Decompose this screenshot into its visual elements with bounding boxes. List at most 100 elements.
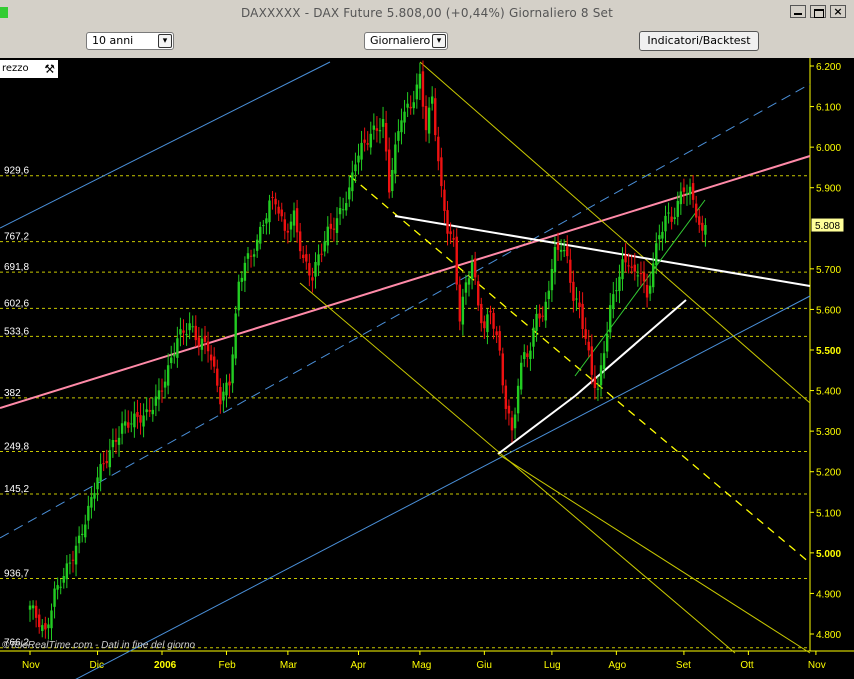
candle-body: [406, 103, 409, 108]
candle-body: [624, 255, 627, 263]
candle-body: [56, 585, 59, 590]
candle-body: [176, 338, 179, 358]
candle-body: [28, 605, 32, 610]
price-chart[interactable]: 6.2006.1006.0005.9005.8005.7005.6005.500…: [0, 58, 854, 679]
candle-body: [639, 273, 643, 275]
candle-body: [483, 321, 486, 329]
panel-tag-label: rezzo: [2, 63, 29, 74]
time-tick-label: Apr: [350, 660, 366, 671]
candle-body: [357, 155, 360, 163]
indicators-backtest-button[interactable]: Indicatori/Backtest: [639, 31, 759, 51]
candle-body: [427, 107, 431, 134]
time-tick-label: Nov: [22, 660, 40, 671]
candle-body: [602, 353, 606, 370]
candle-body: [209, 354, 213, 361]
time-tick-label: Ago: [608, 660, 626, 671]
price-tick-label: 5.700: [816, 265, 841, 276]
candle-body: [298, 231, 302, 252]
candle-body: [62, 576, 65, 583]
candle-body: [38, 614, 41, 628]
candle-body: [68, 562, 72, 564]
candle-body: [510, 417, 514, 431]
wrench-icon[interactable]: ⚒: [44, 62, 55, 76]
candle-body: [123, 421, 127, 426]
candle-body: [130, 423, 133, 425]
chart-panel-tag[interactable]: rezzo ⚒: [0, 60, 58, 78]
time-tick-label: Mar: [280, 660, 298, 671]
candle-body: [541, 315, 544, 317]
candle-body: [418, 73, 422, 89]
candle-body: [255, 239, 259, 251]
candle-body: [679, 191, 683, 205]
candle-body: [289, 221, 293, 230]
candle-body: [154, 396, 158, 406]
candle-body: [664, 215, 667, 232]
trend-line: [497, 453, 811, 654]
time-tick-label: Nov: [808, 660, 826, 671]
restore-icon[interactable]: [810, 5, 826, 18]
period-select[interactable]: 10 anni ▾: [86, 32, 174, 50]
candle-body: [400, 120, 403, 133]
candle-body: [219, 387, 222, 405]
candle-body: [391, 169, 394, 192]
level-label: 382: [4, 388, 21, 399]
chevron-down-icon[interactable]: ▾: [432, 34, 446, 48]
candle-body: [562, 249, 566, 252]
candle-body: [151, 409, 154, 415]
candle-body: [65, 563, 69, 580]
candle-body: [274, 198, 277, 205]
candle-body: [434, 98, 437, 136]
candle-body: [658, 235, 661, 240]
candle-body: [311, 277, 314, 281]
interval-select[interactable]: Giornaliero ▾: [364, 32, 448, 50]
time-tick-label: 2006: [154, 660, 177, 671]
candle-body: [458, 284, 461, 322]
candle-body: [323, 241, 326, 252]
candle-body: [612, 294, 615, 309]
chevron-down-icon[interactable]: ▾: [158, 34, 172, 48]
candle-body: [246, 253, 250, 259]
candle-body: [492, 312, 495, 329]
candle-body: [225, 382, 228, 396]
candle-body: [271, 196, 274, 198]
candle-body: [71, 559, 75, 561]
candle-body: [341, 209, 345, 211]
candle-body: [559, 249, 563, 252]
candle-body: [467, 278, 471, 285]
candle-body: [581, 303, 584, 330]
candle-body: [642, 272, 646, 282]
candle-body: [31, 605, 35, 609]
candle-body: [163, 381, 167, 388]
candle-body: [197, 337, 201, 346]
candle-body: [694, 203, 698, 218]
candle-body: [240, 277, 244, 282]
minimize-icon[interactable]: [790, 5, 806, 18]
candle-body: [473, 258, 477, 278]
candle-body: [378, 130, 382, 132]
close-icon[interactable]: ×: [830, 5, 846, 18]
price-tick-label: 5.500: [816, 346, 841, 357]
price-tick-label: 5.900: [816, 184, 841, 195]
candle-body: [203, 335, 207, 342]
candle-body: [553, 246, 557, 273]
candle-body: [384, 122, 388, 152]
candle-body: [231, 354, 234, 384]
candle-body: [360, 142, 363, 160]
candle-body: [345, 203, 348, 211]
candle-body: [587, 341, 590, 351]
candle-body: [142, 415, 145, 427]
candle-body: [461, 296, 465, 325]
candle-body: [440, 157, 443, 187]
candle-body: [305, 254, 308, 262]
price-tick-label: 6.000: [816, 143, 841, 154]
candle-body: [332, 228, 336, 230]
candle-body: [182, 330, 185, 333]
candle-body: [213, 356, 216, 367]
candle-body: [397, 131, 400, 141]
level-label: 249,8: [4, 442, 29, 453]
trend-line: [75, 295, 811, 679]
candle-body: [443, 189, 446, 211]
candle-body: [160, 390, 164, 392]
candle-body: [228, 381, 231, 386]
candle-body: [243, 262, 247, 281]
